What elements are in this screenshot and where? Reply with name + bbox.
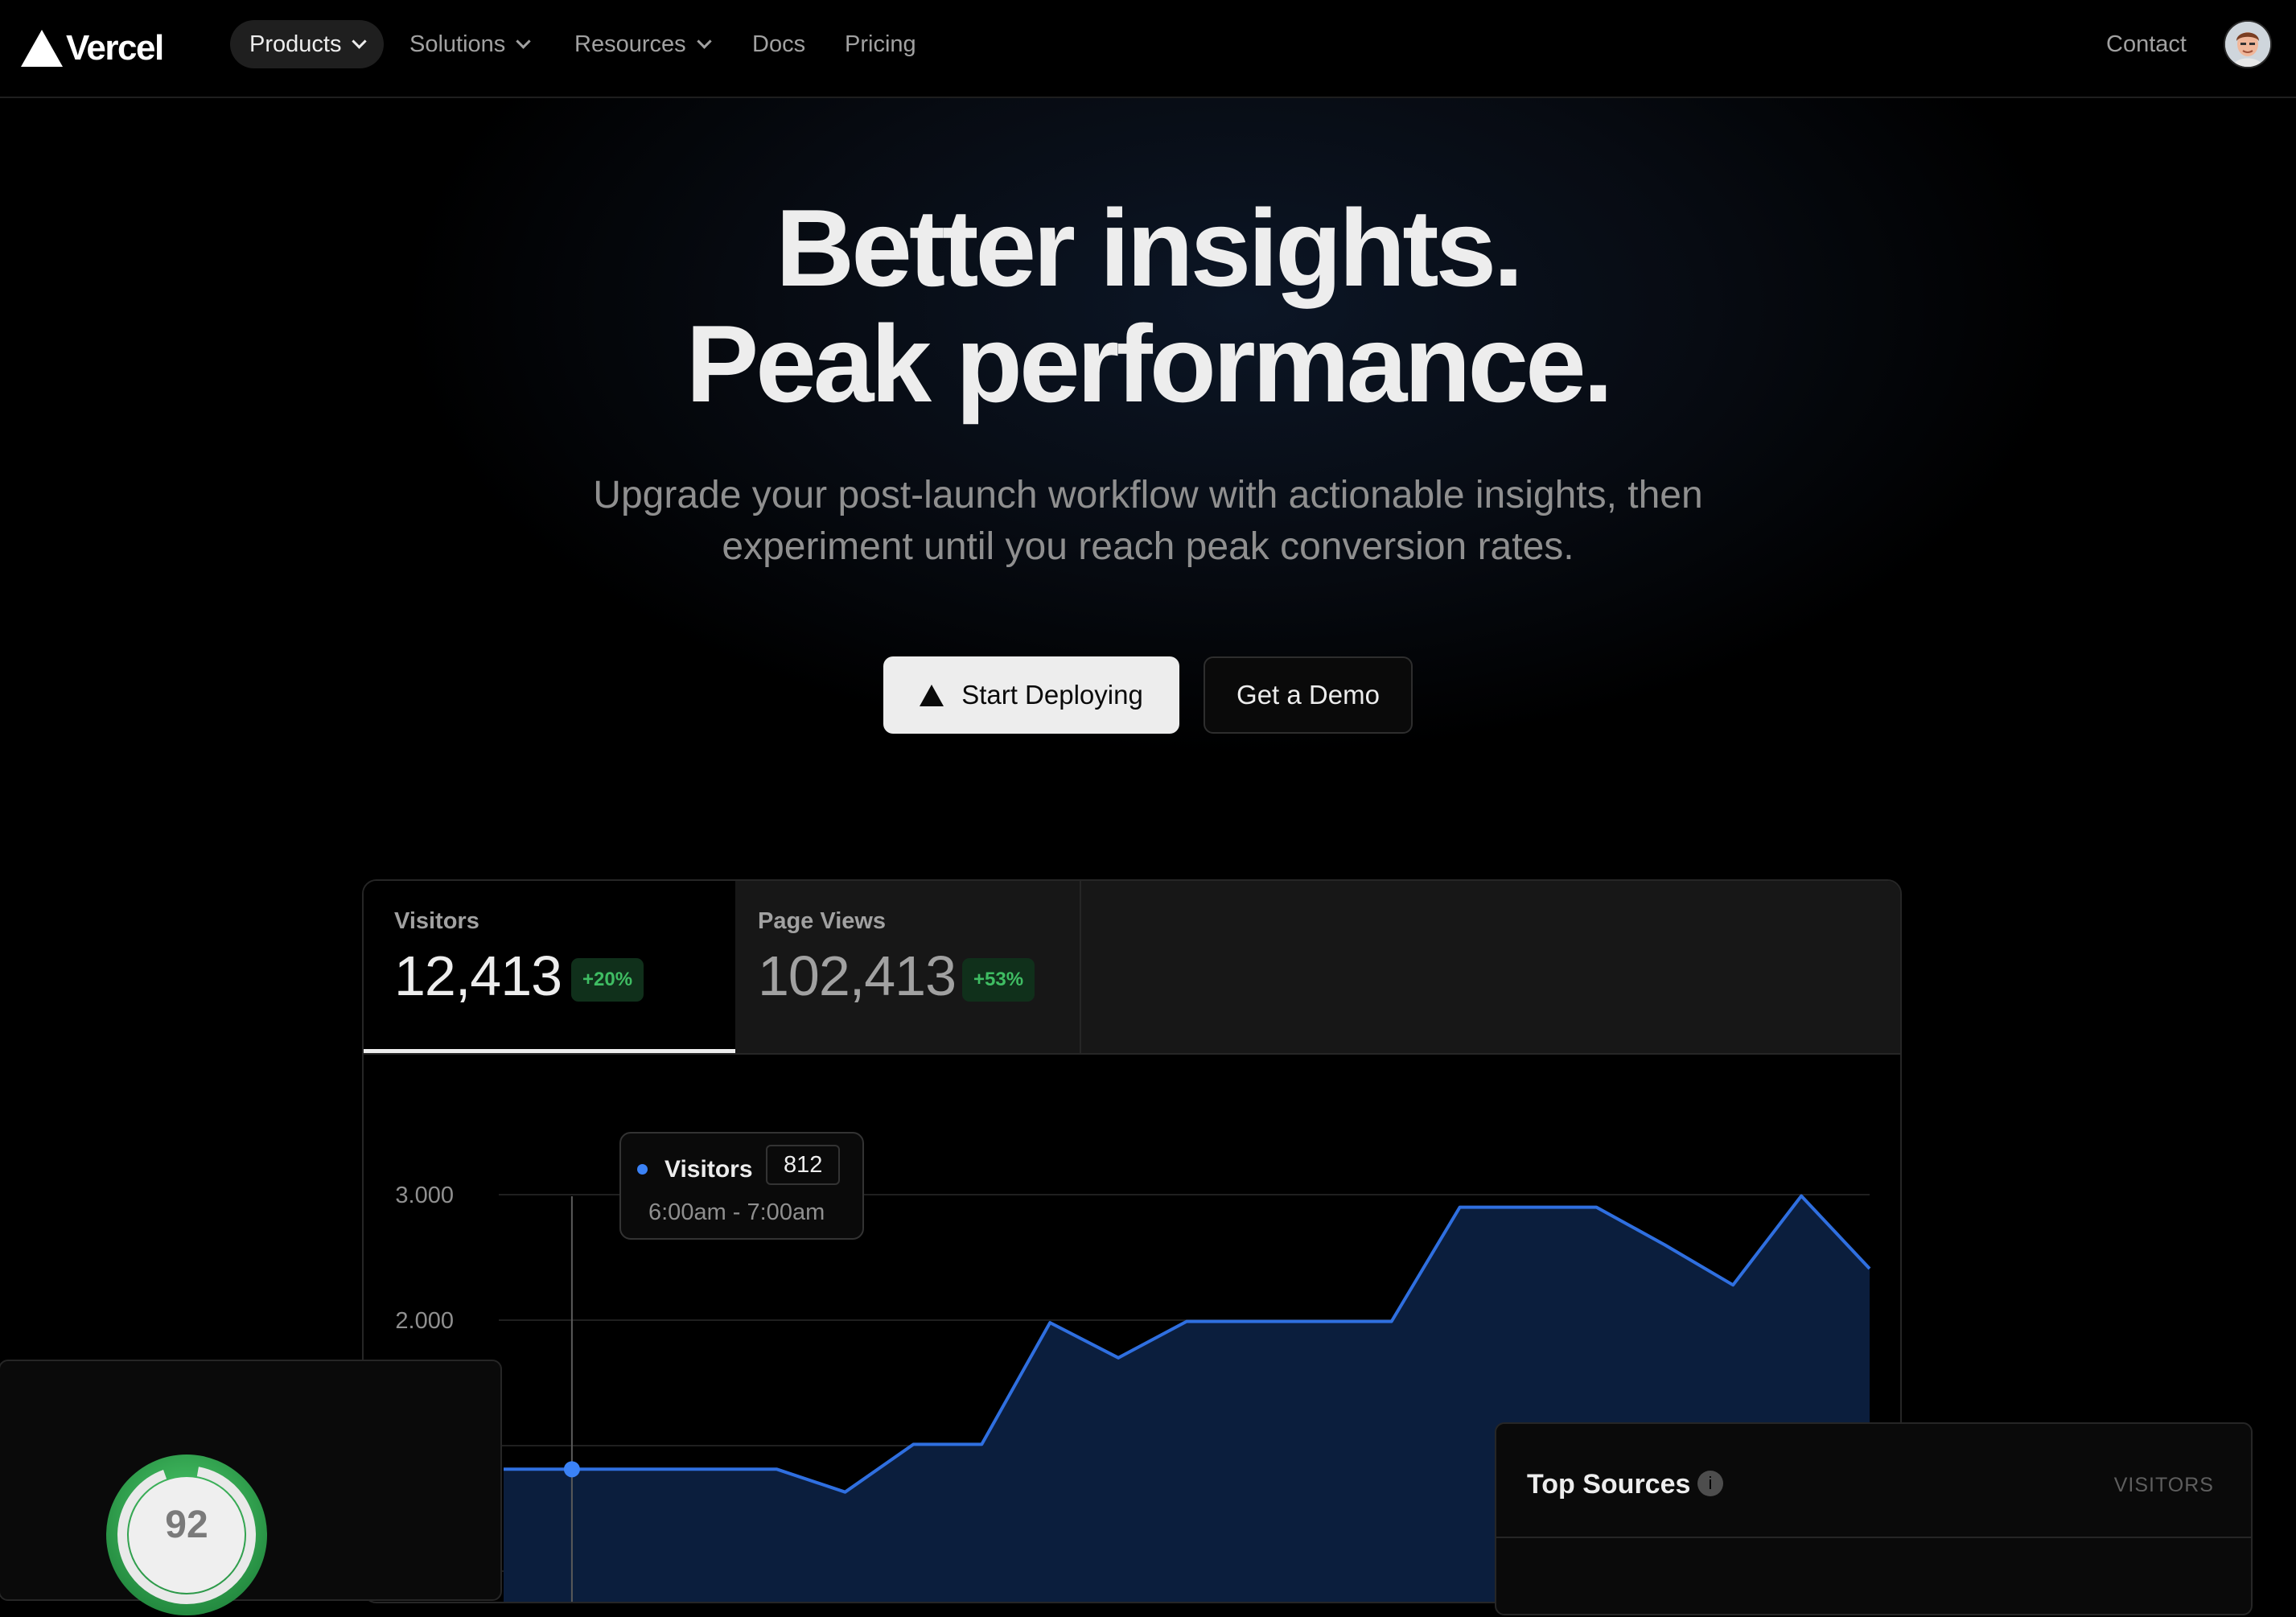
tab-page-views-label: Page Views	[758, 908, 887, 934]
nav-resources[interactable]: Resources	[555, 20, 729, 68]
y-tick-label: 3.000	[395, 1183, 454, 1208]
chevron-down-icon	[516, 33, 532, 49]
hero-subtitle-line1: Upgrade your post-launch workflow with a…	[593, 474, 1703, 516]
chart-tooltip: Visitors 812 6:00am - 7:00am	[619, 1132, 864, 1240]
hero-title-line1: Better insights.	[776, 187, 1524, 309]
nav-contact[interactable]: Contact	[2087, 20, 2206, 68]
tab-visitors-label: Visitors	[394, 908, 479, 934]
performance-score-card: 92	[0, 1360, 502, 1615]
nav-pricing-label: Pricing	[845, 31, 916, 57]
tab-page-views-value: 102,413	[758, 944, 957, 1007]
start-deploying-button[interactable]: Start Deploying	[883, 656, 1179, 734]
nav-products-label: Products	[249, 31, 342, 57]
get-demo-label: Get a Demo	[1236, 680, 1380, 710]
visitors-change-badge: +20%	[571, 958, 644, 1002]
y-tick-label: 2.000	[395, 1308, 454, 1334]
series-dot-icon	[637, 1164, 648, 1175]
avatar-illustration	[2225, 22, 2270, 67]
nav-solutions[interactable]: Solutions	[390, 20, 548, 68]
visitors-column-header: VISITORS	[2113, 1474, 2214, 1496]
vercel-triangle-icon	[920, 684, 944, 706]
nav-pricing[interactable]: Pricing	[825, 20, 936, 68]
hero-subtitle: Upgrade your post-launch workflow with a…	[0, 470, 2296, 573]
metric-tabs: Visitors 12,413 +20% Page Views 102,413 …	[364, 881, 1900, 1055]
tooltip-series-label: Visitors	[665, 1156, 753, 1183]
tooltip-value: 812	[766, 1145, 841, 1185]
data-point-highlight	[563, 1461, 580, 1478]
tab-visitors-value: 12,413	[394, 944, 562, 1007]
page-views-change-badge: +53%	[962, 958, 1035, 1002]
vercel-logo[interactable]: Vercel	[21, 24, 164, 72]
brand-name: Vercel	[66, 28, 164, 68]
user-avatar-icon[interactable]	[2224, 20, 2272, 68]
hero-subtitle-line2: experiment until you reach peak conversi…	[722, 525, 1574, 568]
nav-resources-label: Resources	[574, 31, 686, 57]
performance-score-value: 92	[165, 1504, 208, 1546]
get-demo-button[interactable]: Get a Demo	[1204, 656, 1413, 734]
info-icon[interactable]: i	[1697, 1471, 1723, 1496]
divider	[1496, 1537, 2251, 1538]
chevron-down-icon	[352, 33, 368, 49]
chevron-down-icon	[696, 33, 712, 49]
nav-products[interactable]: Products	[230, 20, 385, 68]
nav-docs[interactable]: Docs	[733, 20, 825, 68]
nav-docs-label: Docs	[752, 31, 806, 57]
tooltip-time-range: 6:00am - 7:00am	[648, 1199, 825, 1225]
hero-title-line2: Peak performance.	[685, 302, 1613, 425]
top-navigation: Vercel Products Solutions Resources Docs…	[0, 0, 2296, 98]
top-sources-title: Top Sources	[1527, 1469, 1691, 1500]
start-deploying-label: Start Deploying	[961, 680, 1143, 710]
tab-visitors[interactable]: Visitors 12,413 +20%	[364, 881, 735, 1053]
hero-title: Better insights. Peak performance.	[0, 190, 2296, 422]
vercel-triangle-icon	[21, 30, 63, 67]
nav-contact-label: Contact	[2106, 31, 2187, 57]
tab-page-views[interactable]: Page Views 102,413 +53%	[735, 881, 1081, 1053]
nav-solutions-label: Solutions	[409, 31, 506, 57]
top-sources-card: Top Sources i VISITORS	[1495, 1422, 2253, 1615]
